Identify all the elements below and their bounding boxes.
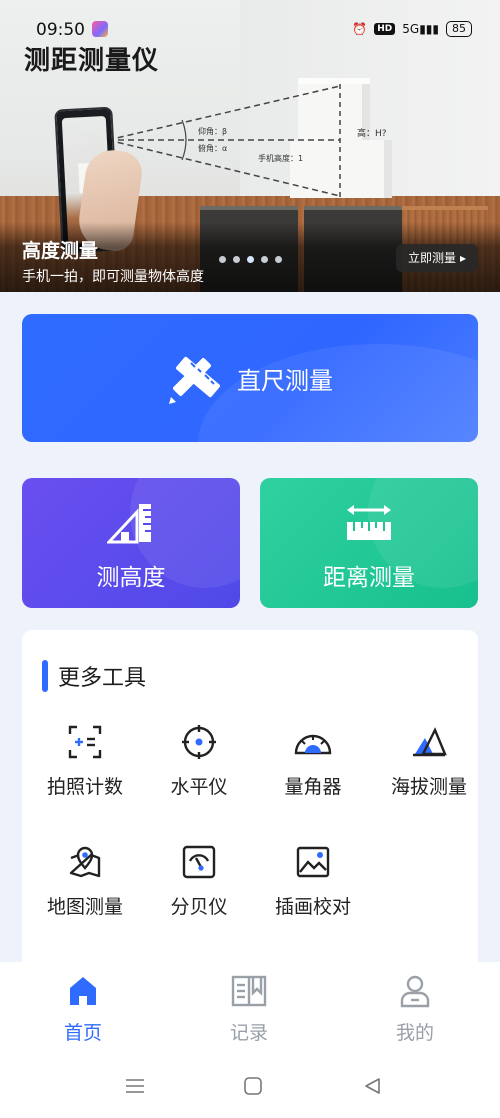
banner-title: 高度测量	[22, 240, 99, 262]
height-icon	[107, 504, 151, 544]
carousel-dot[interactable]	[233, 256, 240, 263]
back-icon[interactable]	[358, 1074, 388, 1098]
carousel-dot[interactable]	[247, 256, 254, 263]
image-check-icon	[256, 844, 370, 880]
play-arrow-icon: ▸	[459, 251, 466, 265]
tool-label: 量角器	[284, 776, 342, 798]
depression-label: 俯角：α	[198, 143, 227, 153]
nav-home-label: 首页	[63, 1022, 102, 1044]
status-time: 09:50	[36, 20, 85, 40]
ruler-measure-label: 直尺测量	[237, 366, 333, 395]
tool-photo-count[interactable]: 拍照计数	[28, 724, 142, 799]
signal-icon: 5G▮▮▮	[402, 22, 439, 36]
phone-height-label: 手机高度：1	[258, 153, 303, 163]
status-bar: 09:50 ⏰ HD 5G▮▮▮ 85	[0, 0, 500, 40]
tool-image-check[interactable]: 插画校对	[256, 844, 370, 919]
height-measure-card[interactable]: 测高度	[22, 478, 240, 608]
more-tools-title: 更多工具	[58, 666, 147, 691]
map-icon	[28, 844, 142, 880]
bottom-navigation: 首页 记录 我的	[0, 962, 500, 1118]
photo-count-icon	[28, 724, 142, 760]
tool-altitude[interactable]: 海拔测量	[372, 724, 486, 799]
height-measure-label: 测高度	[96, 565, 166, 591]
height-icon-wrap	[22, 502, 240, 544]
elevation-label: 仰角：β	[198, 126, 227, 136]
carousel-dot[interactable]	[275, 256, 282, 263]
tool-label: 插画校对	[274, 896, 351, 918]
distance-measure-label: 距离测量	[323, 565, 415, 591]
tool-label: 拍照计数	[46, 776, 123, 798]
level-icon	[142, 724, 256, 760]
alarm-icon: ⏰	[352, 22, 368, 36]
nav-records-label: 记录	[229, 1022, 268, 1044]
tool-label: 海拔测量	[390, 776, 467, 798]
carousel-dot[interactable]	[261, 256, 268, 263]
home-icon	[70, 977, 96, 1005]
banner-subtitle: 手机一拍，即可测量物体高度	[22, 269, 204, 285]
distance-icon	[347, 505, 391, 540]
section-accent-bar	[42, 660, 48, 692]
altitude-icon	[372, 724, 486, 760]
profile-icon	[400, 975, 430, 1008]
nav-records[interactable]: 记录	[166, 974, 332, 1045]
banner-caption: 高度测量 手机一拍，即可测量物体高度	[22, 236, 204, 286]
more-tools-panel: 更多工具 拍照计数 水平仪 量角器 海拔测量 地图测量 分贝仪 插画校对	[22, 630, 478, 970]
tool-label: 地图测量	[46, 896, 123, 918]
ruler-pencil-icon	[167, 347, 223, 409]
ruler-measure-card[interactable]: 直尺测量	[22, 314, 478, 442]
record-icon	[231, 975, 267, 1007]
hd-icon: HD	[374, 23, 396, 35]
tool-protractor[interactable]: 量角器	[256, 724, 370, 799]
nav-home[interactable]: 首页	[0, 974, 166, 1045]
tool-map[interactable]: 地图测量	[28, 844, 142, 919]
decibel-icon	[142, 844, 256, 880]
measure-now-label: 立即测量	[407, 251, 456, 265]
distance-measure-card[interactable]: 距离测量	[260, 478, 478, 608]
carousel-dot[interactable]	[219, 256, 226, 263]
status-icons: ⏰ HD 5G▮▮▮ 85	[352, 21, 472, 37]
nav-profile-label: 我的	[395, 1022, 434, 1044]
nav-profile[interactable]: 我的	[332, 974, 498, 1045]
measure-now-button[interactable]: 立即测量 ▸	[395, 244, 478, 272]
protractor-icon	[256, 724, 370, 760]
distance-icon-wrap	[260, 502, 478, 544]
tool-level[interactable]: 水平仪	[142, 724, 256, 799]
menu-icon[interactable]	[120, 1074, 150, 1098]
more-tools-header: 更多工具	[42, 660, 146, 692]
battery-icon: 85	[446, 21, 472, 37]
tool-decibel[interactable]: 分贝仪	[142, 844, 256, 919]
home-button-icon[interactable]	[238, 1074, 268, 1098]
hero-banner[interactable]: 仰角：β 俯角：α 手机高度：1 高：H? 09:50 ⏰ HD 5G▮▮▮ 8…	[0, 0, 500, 292]
carousel-indicator[interactable]	[219, 256, 282, 263]
ruler-card-content: 直尺测量	[22, 314, 478, 442]
app-notification-icon	[92, 21, 108, 37]
app-title: 测距测量仪	[24, 46, 160, 76]
target-height-label: 高：H?	[357, 127, 387, 139]
tool-label: 分贝仪	[170, 896, 228, 918]
network-type: 5G	[402, 22, 420, 36]
tool-label: 水平仪	[170, 776, 228, 798]
